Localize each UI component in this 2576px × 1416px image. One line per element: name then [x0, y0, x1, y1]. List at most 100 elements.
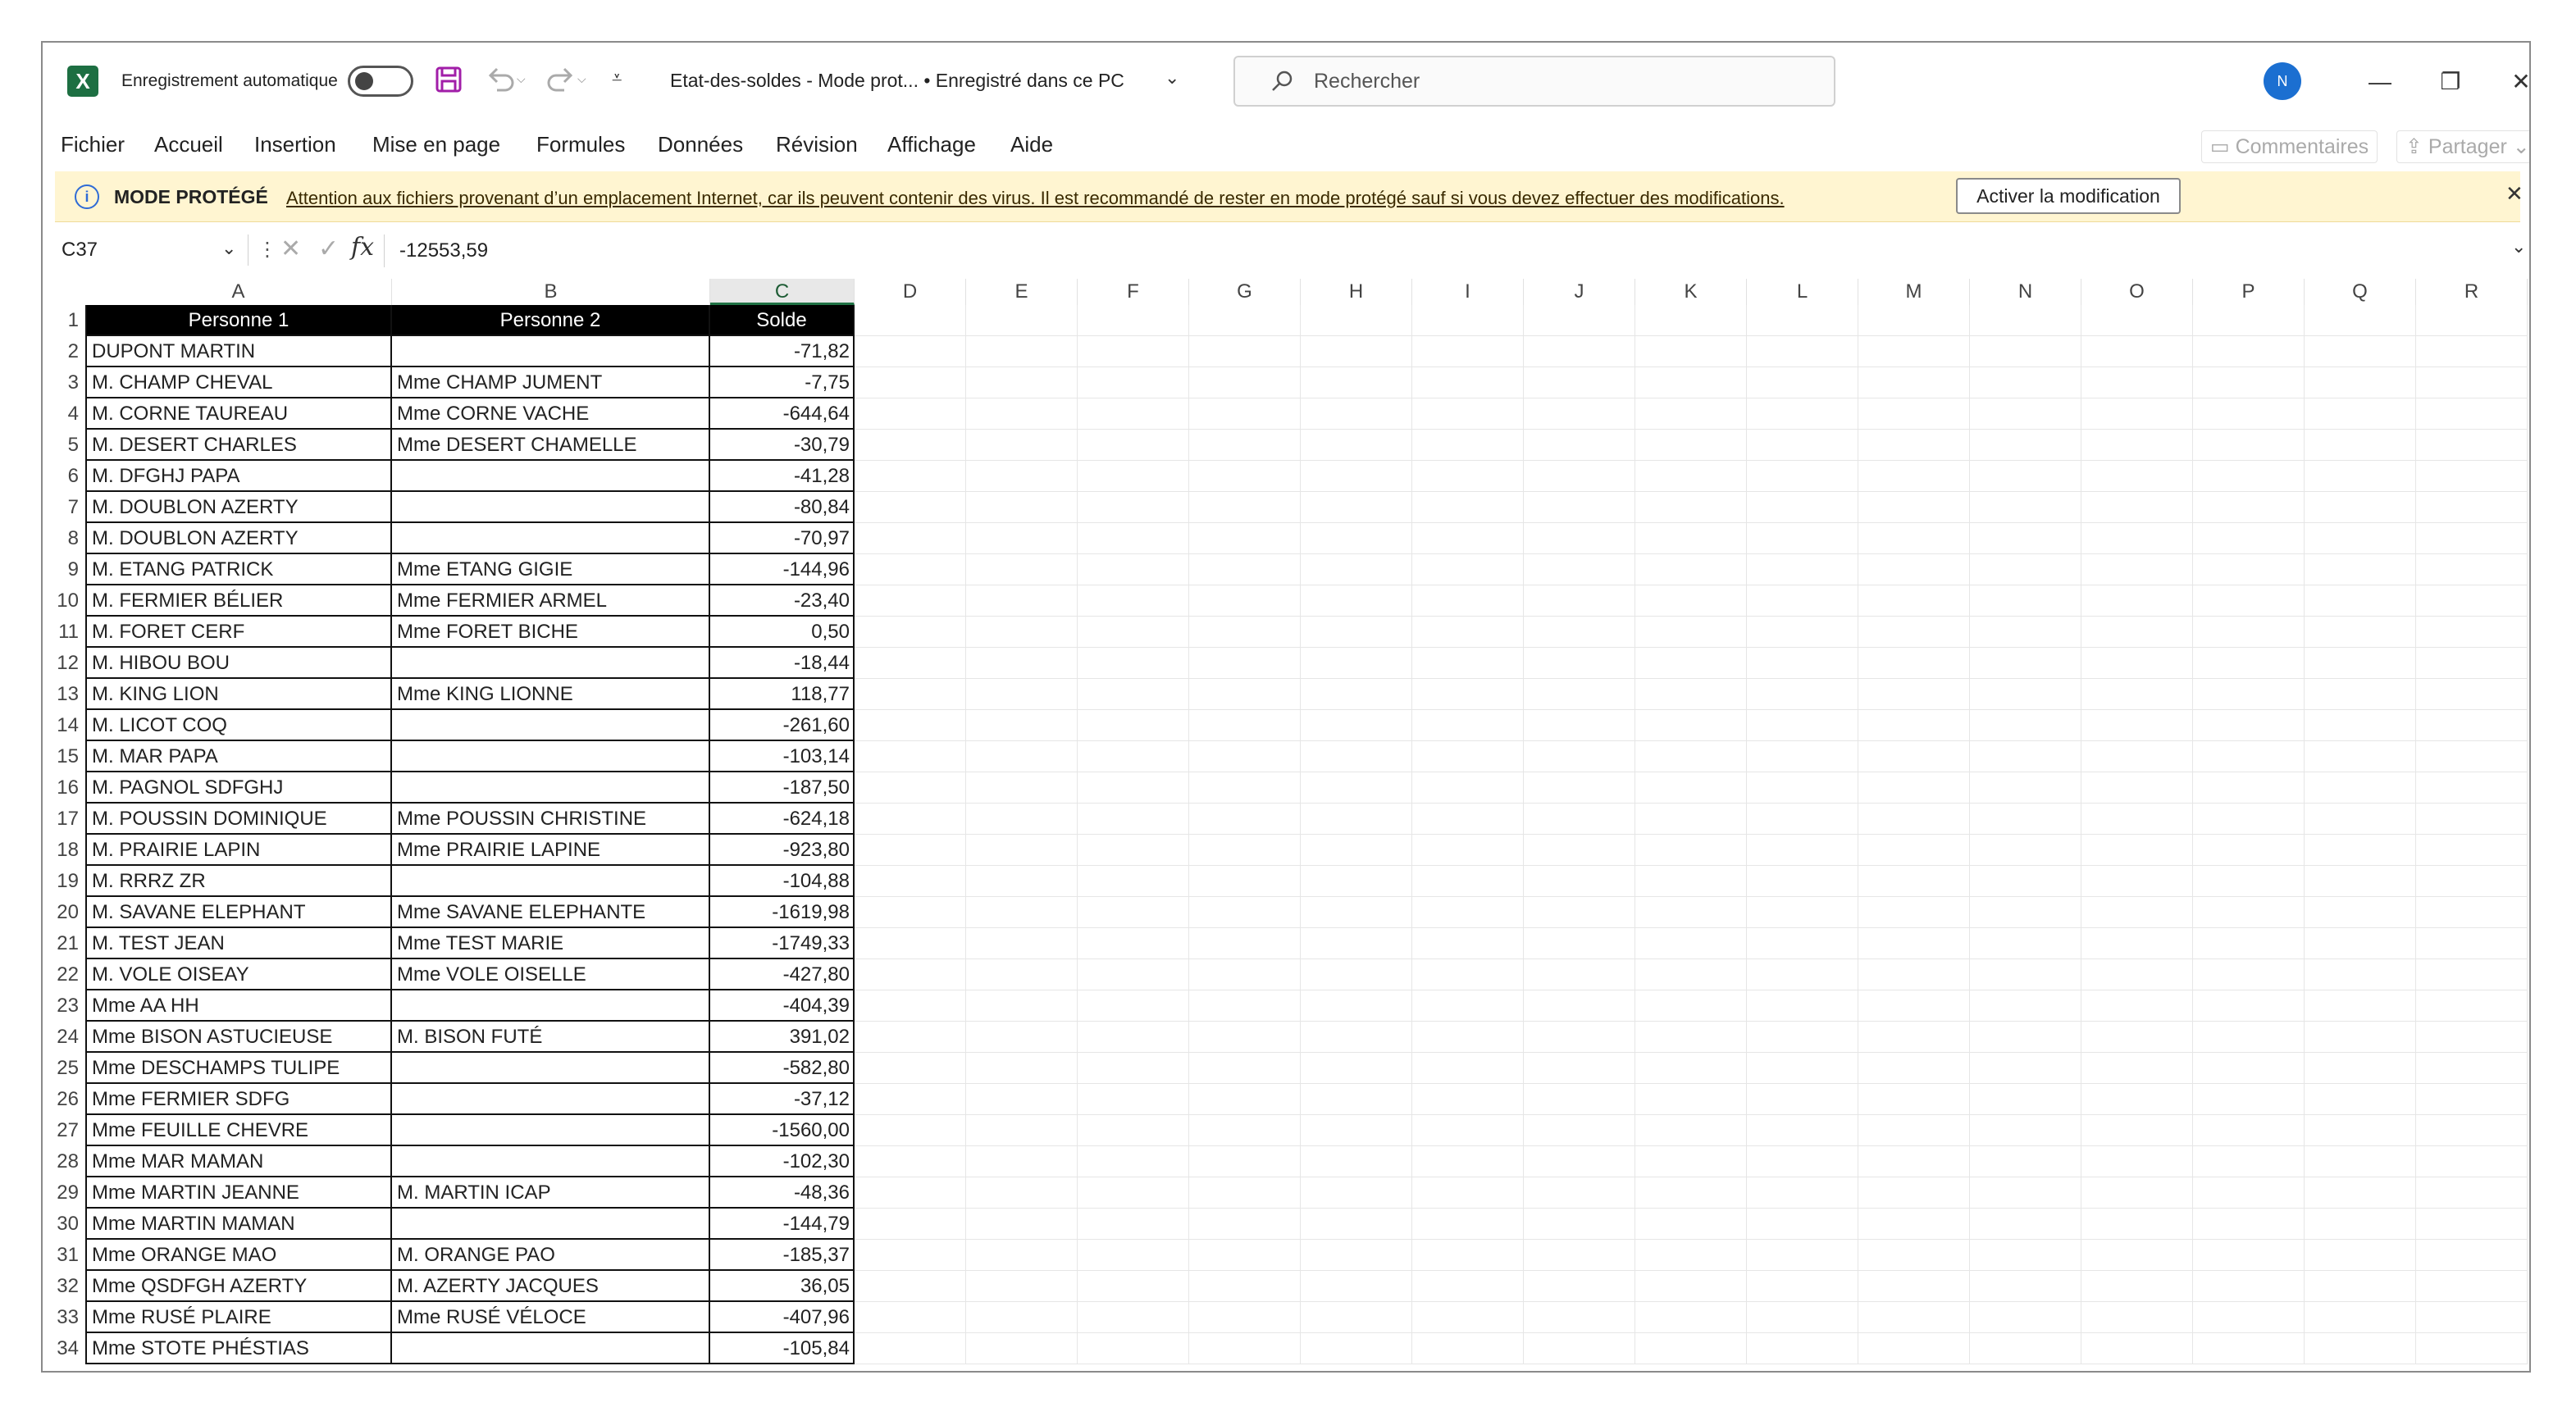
empty-cell[interactable]: [855, 1177, 966, 1209]
row-header[interactable]: 10: [43, 585, 85, 617]
empty-cell[interactable]: [2416, 585, 2528, 617]
empty-cell[interactable]: [966, 648, 1078, 679]
chevron-down-icon[interactable]: ⌄: [1165, 67, 1179, 89]
empty-cell[interactable]: [1301, 1022, 1412, 1053]
empty-cell[interactable]: [2081, 1084, 2193, 1115]
table-cell[interactable]: M. BISON FUTÉ: [392, 1022, 710, 1053]
empty-cell[interactable]: [1635, 959, 1747, 990]
empty-cell[interactable]: [1078, 679, 1189, 710]
empty-cell[interactable]: [1970, 1302, 2081, 1333]
empty-cell[interactable]: [1747, 648, 1858, 679]
table-cell[interactable]: -144,96: [710, 554, 855, 585]
empty-cell[interactable]: [1747, 1115, 1858, 1146]
empty-cell[interactable]: [1858, 835, 1970, 866]
empty-cell[interactable]: [966, 367, 1078, 398]
empty-cell[interactable]: [855, 1053, 966, 1084]
empty-cell[interactable]: [2081, 679, 2193, 710]
empty-cell[interactable]: [1970, 1209, 2081, 1240]
tab-revision[interactable]: Révision: [776, 132, 858, 157]
empty-cell[interactable]: [1747, 804, 1858, 835]
empty-cell[interactable]: [2081, 617, 2193, 648]
empty-cell[interactable]: [1747, 430, 1858, 461]
empty-cell[interactable]: [1078, 835, 1189, 866]
empty-cell[interactable]: [1524, 305, 1635, 336]
empty-cell[interactable]: [855, 990, 966, 1022]
empty-cell[interactable]: [2193, 679, 2305, 710]
empty-cell[interactable]: [1189, 585, 1301, 617]
empty-cell[interactable]: [966, 1146, 1078, 1177]
empty-cell[interactable]: [1412, 398, 1524, 430]
empty-cell[interactable]: [1970, 741, 2081, 772]
empty-cell[interactable]: [1858, 1146, 1970, 1177]
empty-cell[interactable]: [1189, 710, 1301, 741]
table-cell[interactable]: -1560,00: [710, 1115, 855, 1146]
row-header[interactable]: 4: [43, 398, 85, 430]
empty-cell[interactable]: [1524, 1302, 1635, 1333]
table-cell[interactable]: 0,50: [710, 617, 855, 648]
empty-cell[interactable]: [1970, 398, 2081, 430]
row-header[interactable]: 14: [43, 710, 85, 741]
empty-cell[interactable]: [1970, 959, 2081, 990]
empty-cell[interactable]: [966, 1177, 1078, 1209]
empty-cell[interactable]: [2305, 336, 2416, 367]
empty-cell[interactable]: [1635, 741, 1747, 772]
empty-cell[interactable]: [2193, 336, 2305, 367]
empty-cell[interactable]: [1747, 741, 1858, 772]
empty-cell[interactable]: [855, 523, 966, 554]
empty-cell[interactable]: [2081, 1209, 2193, 1240]
empty-cell[interactable]: [1078, 741, 1189, 772]
table-cell[interactable]: Mme DESERT CHAMELLE: [392, 430, 710, 461]
header-cell[interactable]: Solde: [710, 305, 855, 336]
empty-cell[interactable]: [1189, 1177, 1301, 1209]
empty-cell[interactable]: [1524, 1209, 1635, 1240]
empty-cell[interactable]: [2305, 585, 2416, 617]
empty-cell[interactable]: [2081, 461, 2193, 492]
empty-cell[interactable]: [1970, 336, 2081, 367]
table-cell[interactable]: Mme VOLE OISELLE: [392, 959, 710, 990]
empty-cell[interactable]: [2416, 430, 2528, 461]
row-header[interactable]: 30: [43, 1209, 85, 1240]
empty-cell[interactable]: [2305, 1084, 2416, 1115]
empty-cell[interactable]: [1078, 1022, 1189, 1053]
empty-cell[interactable]: [1301, 648, 1412, 679]
empty-cell[interactable]: [2305, 679, 2416, 710]
empty-cell[interactable]: [1189, 430, 1301, 461]
empty-cell[interactable]: [1301, 1084, 1412, 1115]
empty-cell[interactable]: [855, 1240, 966, 1271]
empty-cell[interactable]: [1858, 959, 1970, 990]
empty-cell[interactable]: [1412, 617, 1524, 648]
empty-cell[interactable]: [855, 741, 966, 772]
tab-mise-en-page[interactable]: Mise en page: [372, 132, 500, 157]
column-header-k[interactable]: K: [1635, 279, 1747, 305]
empty-cell[interactable]: [1301, 1177, 1412, 1209]
empty-cell[interactable]: [1858, 492, 1970, 523]
tab-accueil[interactable]: Accueil: [154, 132, 223, 157]
empty-cell[interactable]: [1412, 1146, 1524, 1177]
more-options-icon[interactable]: ⋮: [258, 238, 277, 262]
empty-cell[interactable]: [2081, 554, 2193, 585]
empty-cell[interactable]: [1970, 305, 2081, 336]
empty-cell[interactable]: [966, 1271, 1078, 1302]
table-cell[interactable]: -103,14: [710, 741, 855, 772]
empty-cell[interactable]: [2081, 1302, 2193, 1333]
row-header[interactable]: 31: [43, 1240, 85, 1271]
tab-fichier[interactable]: Fichier: [61, 132, 125, 157]
empty-cell[interactable]: [2193, 585, 2305, 617]
empty-cell[interactable]: [2193, 1084, 2305, 1115]
empty-cell[interactable]: [1970, 1146, 2081, 1177]
empty-cell[interactable]: [2416, 398, 2528, 430]
empty-cell[interactable]: [855, 648, 966, 679]
empty-cell[interactable]: [1078, 648, 1189, 679]
empty-cell[interactable]: [2416, 928, 2528, 959]
table-cell[interactable]: M. FORET CERF: [85, 617, 392, 648]
empty-cell[interactable]: [1635, 804, 1747, 835]
empty-cell[interactable]: [2193, 523, 2305, 554]
empty-cell[interactable]: [1078, 305, 1189, 336]
empty-cell[interactable]: [2305, 1177, 2416, 1209]
empty-cell[interactable]: [2081, 305, 2193, 336]
table-cell[interactable]: Mme QSDFGH AZERTY: [85, 1271, 392, 1302]
empty-cell[interactable]: [966, 585, 1078, 617]
empty-cell[interactable]: [1301, 585, 1412, 617]
empty-cell[interactable]: [1858, 305, 1970, 336]
empty-cell[interactable]: [1524, 772, 1635, 804]
